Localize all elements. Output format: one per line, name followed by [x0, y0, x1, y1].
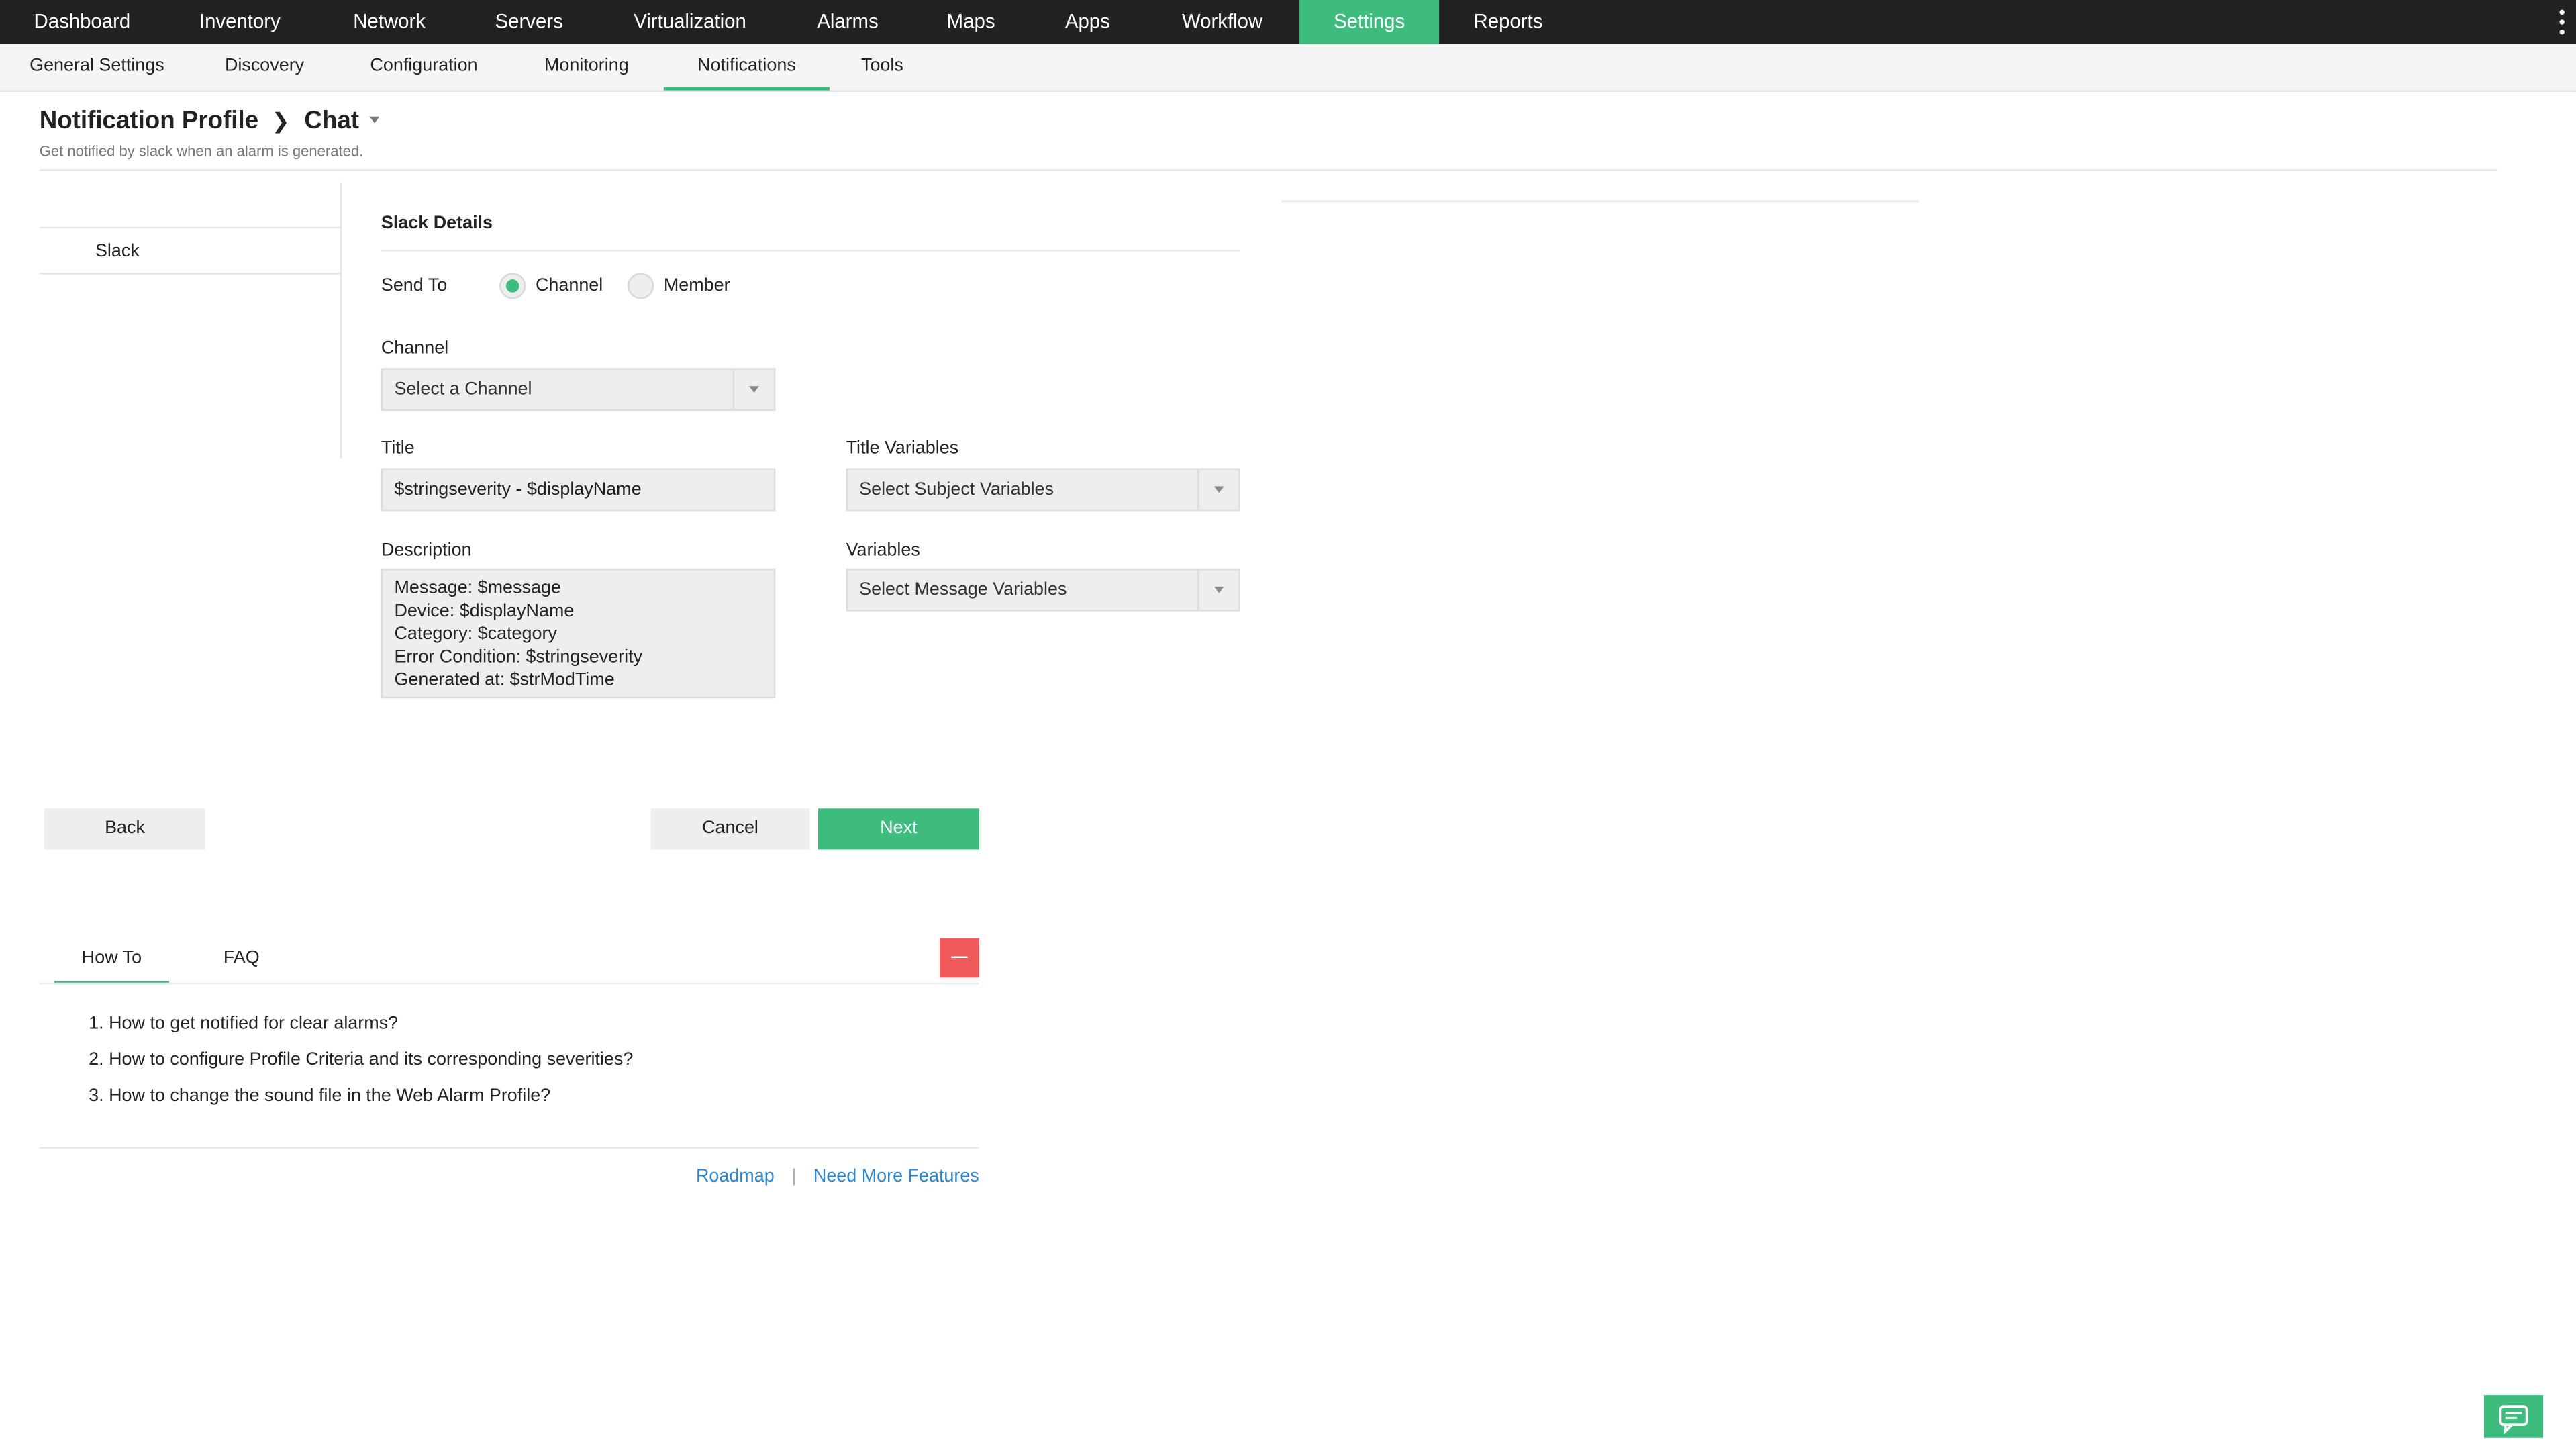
more-options-icon[interactable]: [2559, 9, 2567, 36]
title-variables-value: Select Subject Variables: [859, 479, 1054, 500]
title-variables-label: Title Variables: [846, 438, 959, 459]
description-line: Category: $category: [394, 624, 557, 644]
channel-radio-label[interactable]: Channel: [536, 276, 603, 295]
description-textarea[interactable]: Message: $message Device: $displayName C…: [381, 568, 776, 699]
chevron-down-icon[interactable]: [368, 116, 379, 124]
help-tabs-divider: [39, 982, 979, 985]
description-line: Device: $displayName: [394, 601, 575, 622]
subnav-item-configuration[interactable]: Configuration: [355, 44, 493, 91]
title-label: Title: [381, 438, 415, 459]
sidebar-item-slack[interactable]: Slack: [39, 226, 342, 275]
chat-widget-button[interactable]: [2483, 1395, 2544, 1438]
need-more-features-link[interactable]: Need More Features: [813, 1167, 979, 1186]
header-divider: [39, 169, 2497, 171]
nav-item-network[interactable]: Network: [329, 0, 450, 44]
help-links: Roadmap | Need More Features: [696, 1160, 979, 1190]
variables-select[interactable]: Select Message Variables: [846, 568, 1241, 612]
cancel-button[interactable]: Cancel: [650, 808, 810, 850]
list-item[interactable]: 3. How to change the sound file in the W…: [89, 1084, 633, 1120]
tab-how-to[interactable]: How To: [54, 936, 170, 985]
nav-item-settings[interactable]: Settings: [1299, 0, 1440, 45]
how-to-list: 1. How to get notified for clear alarms?…: [89, 1012, 633, 1121]
breadcrumb-root[interactable]: Notification Profile: [40, 107, 258, 135]
variables-select-value: Select Message Variables: [859, 580, 1067, 600]
nav-item-reports[interactable]: Reports: [1456, 0, 1561, 44]
channel-select-value: Select a Channel: [394, 379, 532, 399]
subnav-item-tools[interactable]: Tools: [848, 44, 917, 91]
link-separator: |: [791, 1166, 797, 1187]
roadmap-link[interactable]: Roadmap: [696, 1167, 775, 1186]
title-variables-select[interactable]: Select Subject Variables: [846, 468, 1241, 512]
nav-item-dashboard[interactable]: Dashboard: [16, 0, 148, 44]
description-line: Generated at: $strModTime: [394, 670, 615, 691]
back-button[interactable]: Back: [44, 808, 205, 850]
description-label: Description: [381, 540, 472, 561]
next-button[interactable]: Next: [818, 808, 979, 850]
right-divider: [1281, 200, 1919, 203]
member-radio-label[interactable]: Member: [664, 276, 730, 295]
description-line: Error Condition: $stringseverity: [394, 647, 643, 667]
help-footer-divider: [39, 1147, 979, 1149]
section-title: Slack Details: [381, 213, 493, 234]
section-divider: [381, 250, 1241, 252]
channel-label: Channel: [381, 338, 449, 358]
description-line: Message: $message: [394, 578, 561, 598]
subnav-item-discovery[interactable]: Discovery: [210, 44, 319, 91]
breadcrumb: Notification Profile ❯ Chat: [40, 107, 379, 135]
list-item[interactable]: 1. How to get notified for clear alarms?: [89, 1012, 633, 1049]
nav-item-servers[interactable]: Servers: [475, 0, 583, 44]
nav-item-maps[interactable]: Maps: [930, 0, 1011, 44]
sidebar-item-label: Slack: [95, 241, 140, 262]
channel-select[interactable]: Select a Channel: [381, 368, 776, 411]
subnav-item-general-settings[interactable]: General Settings: [19, 44, 174, 91]
chat-icon: [2499, 1405, 2528, 1435]
collapse-help-button[interactable]: [940, 938, 979, 978]
variables-label: Variables: [846, 540, 920, 561]
dropdown-arrow-icon[interactable]: [732, 369, 774, 409]
tab-faq[interactable]: FAQ: [197, 936, 286, 984]
sub-navigation-bar: General Settings Discovery Configuration…: [0, 44, 2576, 93]
dropdown-arrow-icon[interactable]: [1197, 470, 1238, 510]
nav-item-workflow[interactable]: Workflow: [1163, 0, 1281, 44]
title-input[interactable]: $stringseverity - $displayName: [381, 468, 776, 512]
nav-item-inventory[interactable]: Inventory: [174, 0, 305, 44]
top-navigation-bar: Dashboard Inventory Network Servers Virt…: [0, 0, 2576, 45]
chevron-right-icon: ❯: [271, 108, 290, 134]
page-subtitle: Get notified by slack when an alarm is g…: [39, 142, 364, 160]
send-to-label: Send To: [381, 276, 448, 296]
subnav-item-notifications[interactable]: Notifications: [663, 44, 830, 91]
member-radio[interactable]: [628, 273, 654, 299]
dropdown-arrow-icon[interactable]: [1197, 570, 1238, 610]
nav-item-virtualization[interactable]: Virtualization: [614, 0, 765, 44]
channel-radio[interactable]: [499, 273, 526, 299]
nav-item-alarms[interactable]: Alarms: [799, 0, 897, 44]
subnav-item-monitoring[interactable]: Monitoring: [529, 44, 644, 91]
list-item[interactable]: 2. How to configure Profile Criteria and…: [89, 1049, 633, 1085]
breadcrumb-current[interactable]: Chat: [304, 107, 359, 135]
nav-item-apps[interactable]: Apps: [1045, 0, 1130, 44]
left-panel-divider: [340, 182, 342, 459]
